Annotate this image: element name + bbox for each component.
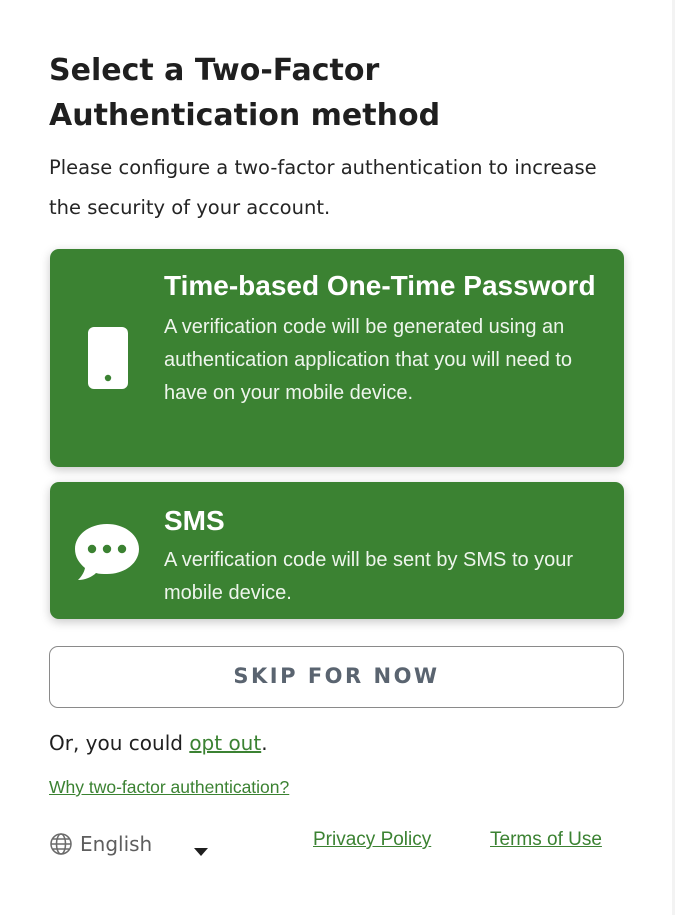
privacy-policy-link[interactable]: Privacy Policy [313, 828, 431, 852]
optout-suffix: . [261, 731, 268, 755]
totp-card-description: A verification code will be generated us… [164, 316, 573, 404]
two-factor-panel: Select a Two-Factor Authentication metho… [0, 0, 672, 915]
chevron-down-icon [194, 841, 208, 860]
totp-card-body: Time-based One-Time Password A verificat… [164, 263, 606, 410]
optout-prefix: Or, you could [49, 731, 190, 755]
totp-card-title: Time-based One-Time Password [164, 270, 596, 301]
page-subtitle: Please configure a two-factor authentica… [49, 156, 597, 219]
mobile-phone-icon [87, 326, 129, 394]
totp-method-card[interactable]: Time-based One-Time Password A verificat… [50, 249, 624, 467]
sms-card-title: SMS [164, 505, 225, 536]
sms-method-card[interactable]: SMS A verification code will be sent by … [50, 482, 624, 619]
opt-out-link[interactable]: opt out [189, 731, 261, 755]
globe-icon [49, 832, 73, 856]
language-label: English [80, 832, 153, 856]
optout-text: Or, you could opt out. [49, 726, 268, 760]
terms-of-use-link[interactable]: Terms of Use [490, 828, 602, 852]
skip-for-now-button[interactable]: SKIP FOR NOW [49, 646, 624, 708]
why-two-factor-link[interactable]: Why two-factor authentication? [49, 775, 289, 799]
chat-bubble-icon [73, 520, 141, 588]
sms-card-body: SMS A verification code will be sent by … [164, 500, 606, 610]
language-selector[interactable]: English [49, 826, 219, 862]
page-title: Select a Two-Factor Authentication metho… [49, 53, 441, 133]
sms-card-description: A verification code will be sent by SMS … [164, 549, 574, 604]
